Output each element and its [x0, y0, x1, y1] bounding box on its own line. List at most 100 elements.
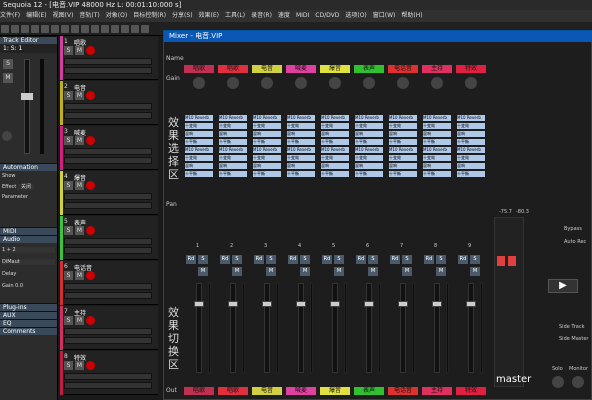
fx-slot[interactable]: 十平衡: [185, 171, 213, 177]
record-button[interactable]: [86, 91, 95, 100]
track-field[interactable]: [64, 337, 152, 344]
fx-slot[interactable]: M10 Reverb: [321, 147, 349, 153]
fx-slot[interactable]: 十变效: [287, 123, 315, 129]
fx-slot[interactable]: M10 Reverb: [287, 115, 315, 121]
volume-fader-knob[interactable]: [364, 301, 374, 307]
auto-rec-button[interactable]: Auto Rec: [564, 239, 586, 245]
gain-knob[interactable]: [431, 77, 443, 89]
toolbar-icon[interactable]: [91, 25, 99, 33]
fx-slot[interactable]: 十平衡: [253, 139, 281, 145]
fx-slot[interactable]: M10 Reverb: [355, 147, 383, 153]
toolbar-icon[interactable]: [61, 25, 69, 33]
toolbar-icon[interactable]: [11, 25, 19, 33]
side-track-button[interactable]: Side Track: [559, 324, 585, 330]
mute-button[interactable]: M: [436, 267, 446, 276]
toolbar-icon[interactable]: [131, 25, 139, 33]
mute-button[interactable]: M: [266, 267, 276, 276]
fx-slot[interactable]: 十变效: [321, 155, 349, 161]
fx-slot[interactable]: 十平衡: [253, 171, 281, 177]
fx-slot[interactable]: 十变效: [253, 123, 281, 129]
solo-knob[interactable]: [552, 376, 564, 388]
record-button[interactable]: [86, 226, 95, 235]
fx-slot[interactable]: M10 Reverb: [389, 147, 417, 153]
mute-button[interactable]: M: [232, 267, 242, 276]
track-field[interactable]: [64, 238, 152, 245]
solo-button[interactable]: S: [64, 226, 73, 235]
solo-button[interactable]: S: [64, 181, 73, 190]
track-field[interactable]: [64, 247, 152, 254]
channel-name[interactable]: 唱歌: [184, 65, 214, 73]
master-fader-knob-right[interactable]: [508, 256, 516, 266]
volume-fader[interactable]: [400, 283, 406, 373]
track-header[interactable]: 2 电音 S M: [60, 81, 158, 125]
fx-slot[interactable]: 十平衡: [287, 139, 315, 145]
menu-item[interactable]: 对象(O): [106, 12, 127, 19]
fx-slot[interactable]: 十平衡: [219, 139, 247, 145]
track-field[interactable]: [64, 58, 152, 65]
toolbar-icon[interactable]: [101, 25, 109, 33]
fx-slot[interactable]: M10 Reverb: [253, 147, 281, 153]
fx-slot[interactable]: 十平衡: [321, 171, 349, 177]
mute-button[interactable]: M: [75, 91, 84, 100]
volume-fader[interactable]: [196, 283, 202, 373]
toolbar-icon[interactable]: [111, 25, 119, 33]
volume-fader-knob[interactable]: [398, 301, 408, 307]
menu-item[interactable]: MIDI: [296, 12, 309, 19]
gain-knob[interactable]: [227, 77, 239, 89]
fx-slot[interactable]: 十平衡: [321, 139, 349, 145]
solo-button[interactable]: S: [64, 136, 73, 145]
menu-item[interactable]: 目标控制(R): [133, 12, 166, 19]
volume-fader-knob[interactable]: [330, 301, 340, 307]
fx-slot[interactable]: 十变效: [321, 123, 349, 129]
audio-io[interactable]: 1 + 2: [2, 247, 55, 253]
volume-fader[interactable]: [332, 283, 338, 373]
gain-knob[interactable]: [261, 77, 273, 89]
fx-slot[interactable]: 十平衡: [389, 139, 417, 145]
fx-slot[interactable]: 十平衡: [287, 171, 315, 177]
fx-slot[interactable]: M10 Reverb: [219, 115, 247, 121]
toolbar-icon[interactable]: [21, 25, 29, 33]
volume-fader-knob[interactable]: [194, 301, 204, 307]
fx-slot[interactable]: M10 Reverb: [287, 147, 315, 153]
mute-button[interactable]: M: [75, 46, 84, 55]
fx-slot[interactable]: 十变效: [389, 155, 417, 161]
read-button[interactable]: Rd: [390, 255, 400, 264]
solo-button[interactable]: S: [368, 255, 378, 264]
fx-slot[interactable]: 十平衡: [355, 139, 383, 145]
channel-name[interactable]: 特效: [456, 65, 486, 73]
fx-slot[interactable]: 十变效: [423, 155, 451, 161]
fx-slot[interactable]: M10 Reverb: [185, 115, 213, 121]
mute-button[interactable]: M: [75, 226, 84, 235]
read-button[interactable]: Rd: [322, 255, 332, 264]
track-header[interactable]: 6 电话音 S M: [60, 261, 158, 305]
solo-button[interactable]: S: [470, 255, 480, 264]
fx-slot[interactable]: 十平衡: [457, 171, 485, 177]
solo-button[interactable]: S: [436, 255, 446, 264]
audio-mode[interactable]: DiMaut: [2, 259, 55, 265]
fx-slot[interactable]: 十变效: [185, 155, 213, 161]
mute-button[interactable]: M: [368, 267, 378, 276]
menu-item[interactable]: 效果(E): [199, 12, 219, 19]
fx-slot[interactable]: 十平衡: [185, 139, 213, 145]
track-header[interactable]: 3 喊麦 S M: [60, 126, 158, 170]
track-field[interactable]: [64, 67, 152, 74]
toolbar-icon[interactable]: [31, 25, 39, 33]
fx-slot[interactable]: M10 Reverb: [355, 115, 383, 121]
bypass-button[interactable]: Bypass: [564, 226, 582, 232]
record-button[interactable]: [86, 46, 95, 55]
section-comments[interactable]: Comments: [0, 327, 57, 335]
fx-slot[interactable]: 混响: [185, 163, 213, 169]
track-field[interactable]: [64, 328, 152, 335]
fx-slot[interactable]: 混响: [423, 131, 451, 137]
solo-button[interactable]: S: [64, 46, 73, 55]
read-button[interactable]: Rd: [424, 255, 434, 264]
fx-slot[interactable]: 十变效: [219, 155, 247, 161]
fx-slot[interactable]: 十变效: [355, 155, 383, 161]
mute-button[interactable]: M: [75, 271, 84, 280]
volume-fader[interactable]: [298, 283, 304, 373]
track-field[interactable]: [64, 292, 152, 299]
track-header[interactable]: 1 唱歌 S M: [60, 36, 158, 80]
menu-item[interactable]: CD/DVD: [315, 12, 339, 19]
fx-slot[interactable]: 十变效: [389, 123, 417, 129]
fx-slot[interactable]: 混响: [321, 163, 349, 169]
